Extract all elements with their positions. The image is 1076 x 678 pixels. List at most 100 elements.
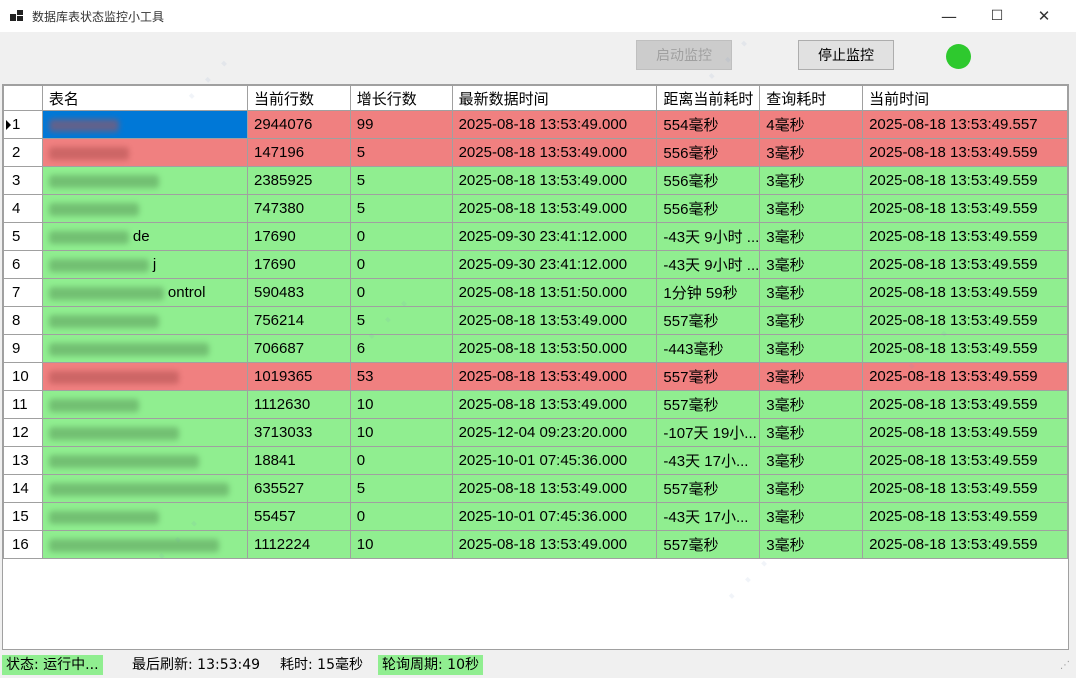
cell-query[interactable]: 3毫秒 bbox=[759, 502, 864, 531]
cell-since[interactable]: -43天 9小时 ... bbox=[656, 222, 761, 251]
cell-latest[interactable]: 2025-08-18 13:53:49.000 bbox=[451, 138, 658, 167]
cell-now[interactable]: 2025-08-18 13:53:49.559 bbox=[862, 446, 1068, 475]
cell-now[interactable]: 2025-08-18 13:53:49.559 bbox=[862, 222, 1068, 251]
cell-table-name[interactable] bbox=[41, 502, 249, 531]
stop-monitor-button[interactable]: 停止监控 bbox=[798, 40, 894, 70]
cell-latest[interactable]: 2025-08-18 13:53:49.000 bbox=[451, 194, 658, 223]
row-header[interactable]: 2 bbox=[3, 138, 43, 167]
cell-now[interactable]: 2025-08-18 13:53:49.557 bbox=[862, 110, 1068, 139]
cell-since[interactable]: 1分钟 59秒 bbox=[656, 278, 761, 307]
cell-count[interactable]: 756214 bbox=[247, 306, 351, 335]
row-header[interactable]: 3 bbox=[3, 166, 43, 195]
cell-since[interactable]: -43天 17小... bbox=[656, 502, 761, 531]
cell-growth[interactable]: 10 bbox=[349, 418, 453, 447]
row-header[interactable]: 16 bbox=[3, 530, 43, 559]
cell-now[interactable]: 2025-08-18 13:53:49.559 bbox=[862, 390, 1068, 419]
row-header[interactable]: 14 bbox=[3, 474, 43, 503]
cell-table-name[interactable] bbox=[41, 306, 249, 335]
cell-latest[interactable]: 2025-08-18 13:51:50.000 bbox=[451, 278, 658, 307]
cell-count[interactable]: 55457 bbox=[247, 502, 351, 531]
cell-table-name[interactable] bbox=[41, 418, 249, 447]
cell-count[interactable]: 1112224 bbox=[247, 530, 351, 559]
cell-count[interactable]: 1112630 bbox=[247, 390, 351, 419]
table-row[interactable]: 6 j 17690 0 2025-09-30 23:41:12.000 -43天 9小时 … bbox=[3, 250, 1068, 279]
maximize-icon[interactable]: ☐ bbox=[974, 0, 1020, 32]
cell-count[interactable]: 635527 bbox=[247, 474, 351, 503]
cell-since[interactable]: -443毫秒 bbox=[656, 334, 761, 363]
row-header[interactable]: 15 bbox=[3, 502, 43, 531]
table-row[interactable]: 7 ontrol 590483 0 2025-08-18 13:51:50.000 1分钟… bbox=[3, 278, 1068, 307]
cell-growth[interactable]: 5 bbox=[349, 474, 453, 503]
cell-count[interactable]: 2944076 bbox=[247, 110, 351, 139]
start-monitor-button[interactable]: 启动监控 bbox=[636, 40, 732, 70]
table-row[interactable]: 9 706687 6 2025-08-18 13:53:50.000 -443毫秒 3毫秒… bbox=[3, 334, 1068, 363]
cell-now[interactable]: 2025-08-18 13:53:49.559 bbox=[862, 166, 1068, 195]
cell-query[interactable]: 3毫秒 bbox=[759, 278, 864, 307]
cell-growth[interactable]: 0 bbox=[349, 502, 453, 531]
column-header[interactable]: 最新数据时间 bbox=[451, 85, 658, 111]
cell-now[interactable]: 2025-08-18 13:53:49.559 bbox=[862, 194, 1068, 223]
cell-growth[interactable]: 5 bbox=[349, 138, 453, 167]
cell-now[interactable]: 2025-08-18 13:53:49.559 bbox=[862, 306, 1068, 335]
cell-latest[interactable]: 2025-08-18 13:53:49.000 bbox=[451, 530, 658, 559]
row-header[interactable]: 5 bbox=[3, 222, 43, 251]
column-header[interactable]: 当前行数 bbox=[247, 85, 351, 111]
column-header[interactable]: 表名 bbox=[41, 85, 249, 111]
cell-table-name[interactable] bbox=[41, 138, 249, 167]
cell-now[interactable]: 2025-08-18 13:53:49.559 bbox=[862, 278, 1068, 307]
cell-growth[interactable]: 0 bbox=[349, 250, 453, 279]
cell-count[interactable]: 17690 bbox=[247, 222, 351, 251]
cell-since[interactable]: 557毫秒 bbox=[656, 362, 761, 391]
cell-growth[interactable]: 6 bbox=[349, 334, 453, 363]
row-header[interactable]: 12 bbox=[3, 418, 43, 447]
table-row[interactable]: 8 756214 5 2025-08-18 13:53:49.000 557毫秒 3毫秒 2… bbox=[3, 306, 1068, 335]
cell-since[interactable]: 557毫秒 bbox=[656, 390, 761, 419]
cell-count[interactable]: 590483 bbox=[247, 278, 351, 307]
cell-growth[interactable]: 99 bbox=[349, 110, 453, 139]
resize-grip-icon[interactable]: ⋰ bbox=[1060, 660, 1070, 672]
row-header[interactable]: 10 bbox=[3, 362, 43, 391]
cell-table-name[interactable] bbox=[41, 166, 249, 195]
cell-now[interactable]: 2025-08-18 13:53:49.559 bbox=[862, 250, 1068, 279]
table-row[interactable]: 13 18841 0 2025-10-01 07:45:36.000 -43天 17小.… bbox=[3, 446, 1068, 475]
cell-count[interactable]: 706687 bbox=[247, 334, 351, 363]
column-header[interactable]: 当前时间 bbox=[862, 85, 1068, 111]
cell-query[interactable]: 3毫秒 bbox=[759, 390, 864, 419]
cell-table-name[interactable] bbox=[41, 446, 249, 475]
cell-table-name[interactable]: de bbox=[41, 222, 249, 251]
cell-query[interactable]: 3毫秒 bbox=[759, 418, 864, 447]
row-header[interactable]: 8 bbox=[3, 306, 43, 335]
table-row[interactable]: 2 147196 5 2025-08-18 13:53:49.000 556毫秒 3毫秒 2… bbox=[3, 138, 1068, 167]
cell-since[interactable]: 554毫秒 bbox=[656, 110, 761, 139]
cell-growth[interactable]: 5 bbox=[349, 194, 453, 223]
cell-table-name[interactable] bbox=[41, 474, 249, 503]
row-header[interactable]: 13 bbox=[3, 446, 43, 475]
cell-growth[interactable]: 5 bbox=[349, 306, 453, 335]
cell-since[interactable]: -43天 9小时 ... bbox=[656, 250, 761, 279]
cell-query[interactable]: 3毫秒 bbox=[759, 166, 864, 195]
cell-latest[interactable]: 2025-10-01 07:45:36.000 bbox=[451, 502, 658, 531]
table-row[interactable]: 15 55457 0 2025-10-01 07:45:36.000 -43天 17小.… bbox=[3, 502, 1068, 531]
cell-growth[interactable]: 10 bbox=[349, 390, 453, 419]
table-row[interactable]: 16 1112224 10 2025-08-18 13:53:49.000 557毫秒 3… bbox=[3, 530, 1068, 559]
cell-table-name[interactable] bbox=[41, 390, 249, 419]
cell-query[interactable]: 3毫秒 bbox=[759, 250, 864, 279]
cell-query[interactable]: 3毫秒 bbox=[759, 446, 864, 475]
cell-count[interactable]: 18841 bbox=[247, 446, 351, 475]
cell-latest[interactable]: 2025-08-18 13:53:49.000 bbox=[451, 474, 658, 503]
cell-count[interactable]: 3713033 bbox=[247, 418, 351, 447]
cell-now[interactable]: 2025-08-18 13:53:49.559 bbox=[862, 362, 1068, 391]
column-header[interactable]: 距离当前耗时 bbox=[656, 85, 761, 111]
cell-latest[interactable]: 2025-08-18 13:53:50.000 bbox=[451, 334, 658, 363]
cell-table-name[interactable] bbox=[41, 530, 249, 559]
cell-query[interactable]: 3毫秒 bbox=[759, 362, 864, 391]
close-icon[interactable]: ✕ bbox=[1021, 0, 1067, 32]
data-grid[interactable]: 表名 当前行数 增长行数 最新数据时间 距离当前耗时 查询耗时 当前时间 1 29… bbox=[2, 84, 1069, 650]
cell-table-name[interactable]: ontrol bbox=[41, 278, 249, 307]
cell-now[interactable]: 2025-08-18 13:53:49.559 bbox=[862, 138, 1068, 167]
cell-growth[interactable]: 0 bbox=[349, 446, 453, 475]
cell-since[interactable]: 556毫秒 bbox=[656, 194, 761, 223]
cell-since[interactable]: -107天 19小... bbox=[656, 418, 761, 447]
cell-latest[interactable]: 2025-08-18 13:53:49.000 bbox=[451, 166, 658, 195]
cell-growth[interactable]: 53 bbox=[349, 362, 453, 391]
